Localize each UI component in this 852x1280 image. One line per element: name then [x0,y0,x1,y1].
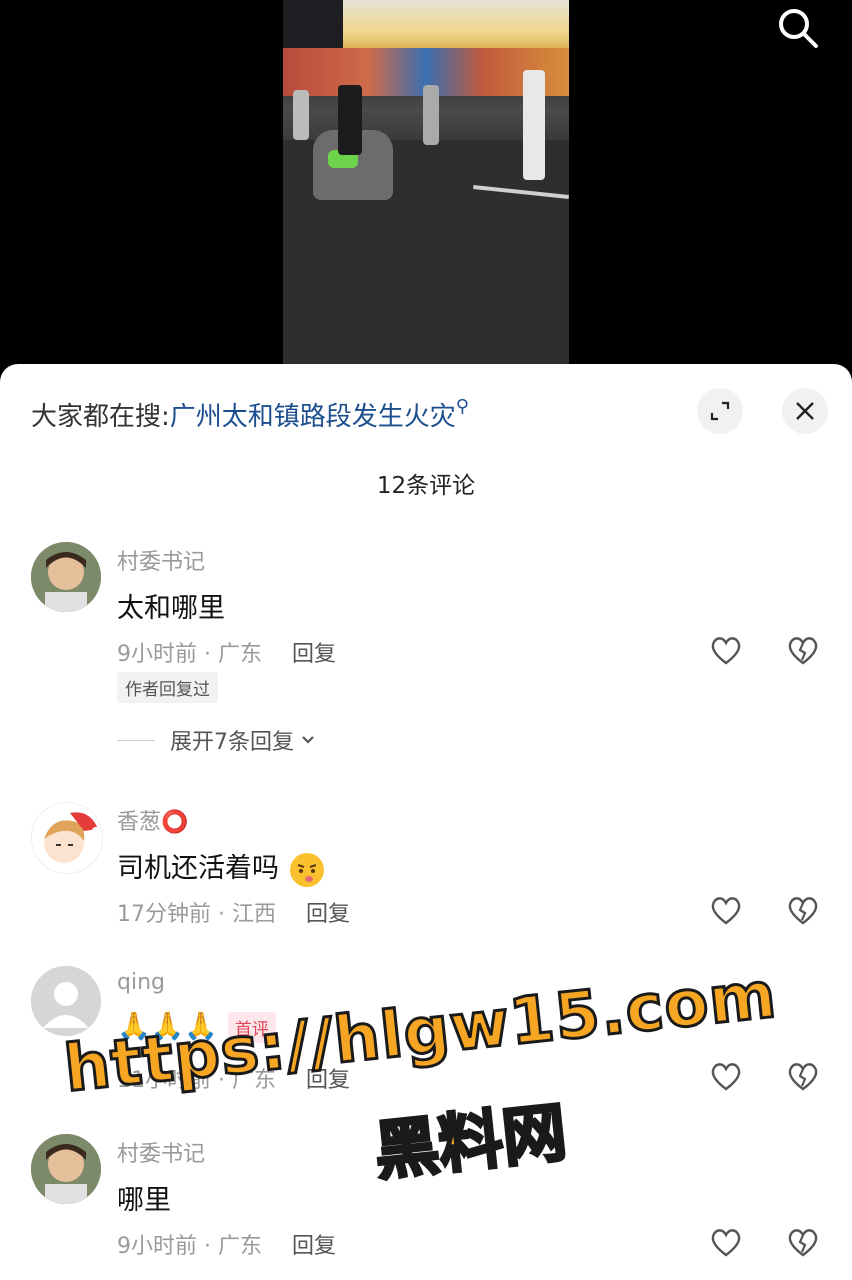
comment-item: 香葱⭕ 司机还活着吗 17分钟前 · 江西 回复 [0,800,852,940]
expand-replies-button[interactable]: 展开7条回复 [117,724,318,756]
broken-heart-icon [788,897,818,925]
author-replied-tag: 作者回复过 [117,672,218,703]
comment-text-content: 司机还活着吗 [117,853,279,884]
avatar[interactable] [31,542,101,612]
comment-time-location: 11小时前 · 广东 [117,1068,276,1093]
comment-item: 村委书记 太和哪里 9小时前 · 广东 回复 作者回复过 展开7条回复 [0,540,852,780]
first-comment-tag: 首评 [227,1012,276,1043]
reply-button[interactable]: 回复 [292,1234,336,1259]
dislike-button[interactable] [785,1224,821,1260]
comment-text-content: 🙏🙏🙏 [117,1011,218,1042]
comment-item: qing 🙏🙏🙏 首评 11小时前 · 广东 回复 [0,966,852,1106]
video-building [343,0,569,55]
dislike-button[interactable] [785,1058,821,1094]
expand-replies-label: 展开7条回复 [170,730,294,755]
broken-heart-icon [788,1063,818,1091]
comment-username[interactable]: qing [117,970,165,995]
comment-meta: 17分钟前 · 江西 回复 [117,896,350,928]
comment-time-location: 9小时前 · 广东 [117,642,262,667]
comment-username[interactable]: 香葱⭕ [117,804,188,836]
reply-button[interactable]: 回复 [306,1068,350,1093]
search-button[interactable] [774,4,822,52]
broken-heart-icon [788,1229,818,1257]
video-person [523,70,545,180]
default-avatar-icon [31,966,101,1036]
video-person [338,85,362,155]
hot-search-keyword: 广州太和镇路段发生火灾 [169,402,456,432]
like-button[interactable] [708,632,744,668]
video-person [293,90,309,140]
close-button[interactable] [782,388,828,434]
comment-time-location: 17分钟前 · 江西 [117,902,276,927]
avatar[interactable] [31,802,103,874]
avatar[interactable] [31,1134,101,1204]
heart-icon [711,637,741,665]
comment-text: 太和哪里 [117,593,225,624]
heart-icon [711,1063,741,1091]
comment-item: 村委书记 哪里 9小时前 · 广东 回复 [0,1132,852,1280]
like-button[interactable] [708,1224,744,1260]
avatar-image [31,542,101,612]
dislike-button[interactable] [785,892,821,928]
comment-username[interactable]: 村委书记 [117,544,205,576]
chevron-down-icon [302,736,314,744]
avatar[interactable] [31,966,101,1036]
comment-time-location: 9小时前 · 广东 [117,1234,262,1259]
pouting-emoji-icon [289,852,324,887]
video-frame[interactable] [283,0,569,368]
close-icon [796,402,814,420]
sheet-header: 大家都在搜:广州太和镇路段发生火灾⚲ [0,364,852,460]
comment-username[interactable]: 村委书记 [117,1136,205,1168]
comment-count: 12条评论 [376,473,476,499]
comment-text: 司机还活着吗 [117,846,326,889]
like-button[interactable] [708,892,744,928]
divider-line [117,739,155,741]
hot-search-prefix: 大家都在搜: [31,402,170,432]
reply-button[interactable]: 回复 [292,642,336,667]
broken-heart-icon [788,637,818,665]
avatar-image [32,803,102,873]
comment-text: 🙏🙏🙏 首评 [117,1010,276,1043]
heart-icon [711,897,741,925]
comment-meta: 11小时前 · 广东 回复 [117,1062,350,1094]
dislike-button[interactable] [785,632,821,668]
avatar-image [31,1134,101,1204]
reply-button[interactable]: 回复 [306,902,350,927]
hot-search-link[interactable]: 大家都在搜:广州太和镇路段发生火灾⚲ [31,396,469,433]
comment-meta: 9小时前 · 广东 回复 [117,636,336,668]
like-button[interactable] [708,1058,744,1094]
heart-icon [711,1229,741,1257]
comments-sheet: 大家都在搜:广州太和镇路段发生火灾⚲ 12条评论 村委书记 太和哪里 9小时前 … [0,364,852,1280]
magnifier-small-icon: ⚲ [455,396,469,417]
expand-icon [710,401,730,421]
comment-meta: 9小时前 · 广东 回复 [117,1228,336,1260]
video-player[interactable] [0,0,852,380]
search-icon [779,9,818,48]
comment-text: 哪里 [117,1185,171,1216]
video-person [423,85,439,145]
expand-button[interactable] [697,388,743,434]
